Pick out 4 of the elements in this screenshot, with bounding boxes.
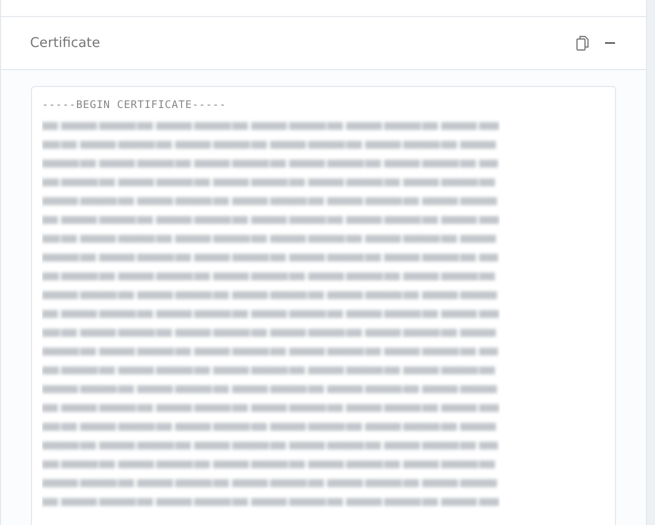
scrollbar-track[interactable]	[647, 0, 655, 525]
copy-icon[interactable]	[576, 35, 590, 51]
certificate-header: -----BEGIN CERTIFICATE-----	[42, 99, 228, 111]
panel-title: Certificate	[30, 35, 102, 51]
